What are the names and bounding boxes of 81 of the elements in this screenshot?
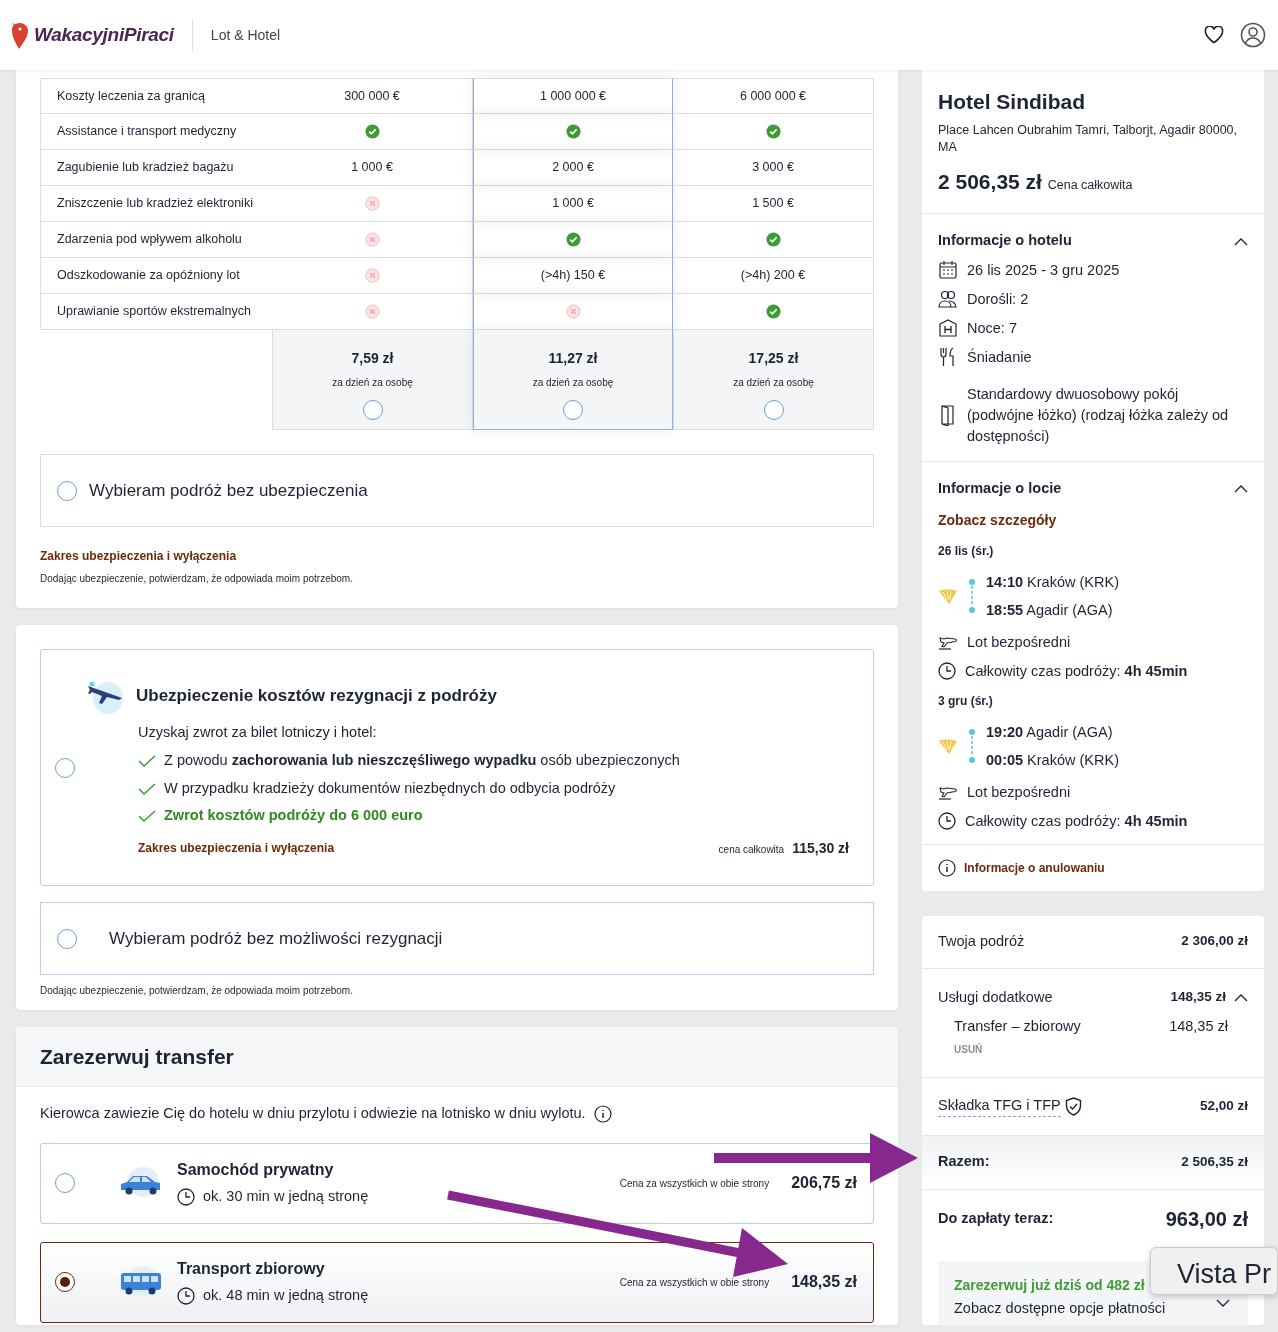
- table-cell: (>4h) 150 €: [473, 258, 673, 294]
- flight-stop: 14:10 Kraków (KRK): [986, 572, 1119, 592]
- summary-value: 52,00 zł: [1199, 1096, 1248, 1115]
- info-text: Dorośli: 2: [967, 289, 1029, 309]
- plan-note: za dzień za osobę: [332, 376, 413, 390]
- summary-value: 2 506,35 zł: [1181, 1152, 1248, 1171]
- option-label: Wybieram podróż bez ubezpieczenia: [89, 479, 368, 502]
- offer-subtitle: Zobacz dostępne opcje płatności: [954, 1299, 1166, 1316]
- summary-label: Składka TFG i TFP: [938, 1094, 1061, 1118]
- section-title: Lot & Hotel: [191, 19, 281, 51]
- label-tooltip: Vista Pr: [1150, 1247, 1278, 1295]
- transfer-name: Samochód prywatny: [177, 1160, 335, 1181]
- summary-value: 963,00 zł: [1165, 1206, 1248, 1232]
- summary-value: 2 306,00 zł: [1181, 932, 1248, 951]
- price-label: Cena całkowita: [1047, 177, 1133, 192]
- plan-price: 11,27 zł: [548, 349, 598, 368]
- plan-price: 7,59 zł: [351, 349, 394, 368]
- flight-date: 26 lis (śr.): [938, 542, 995, 560]
- flight-date: 3 gru (śr.): [938, 692, 994, 710]
- flight-stop: 00:05 Kraków (KRK): [986, 750, 1119, 770]
- summary-value: 148,35 zł: [1169, 1017, 1228, 1037]
- row-label: Zagubienie lub kradzież bagażu: [40, 150, 272, 186]
- hotel-name: Hotel Sindibad: [938, 89, 1086, 115]
- price-label: cena całkowita: [718, 843, 785, 857]
- price-value: 206,75 zł: [791, 1173, 857, 1194]
- summary-label: Do zapłaty teraz:: [938, 1208, 1054, 1228]
- row-label: Zdarzenia pod wpływem alkoholu: [40, 222, 272, 258]
- info-text: Standardowy dwuosobowy pokój (podwójne łóżko) (rodzaj łóżka zależy od dostępności): [967, 384, 1230, 446]
- info-text: Całkowity czas podróży: 4h 45min: [965, 661, 1188, 681]
- table-cell: 1 500 €: [673, 186, 874, 222]
- row-label: Uprawianie sportów ekstremalnych: [40, 294, 272, 330]
- row-label: Koszty leczenia za granicą: [40, 78, 272, 114]
- feature-text: Zwrot kosztów podróży do 6 000 euro: [164, 806, 423, 826]
- feature-text: Z powodu zachorowania lub nieszczęśliwego wypadku osób ubezpieczonych: [164, 750, 680, 770]
- price-value: 148,35 zł: [791, 1272, 857, 1293]
- price-value: 115,30 zł: [792, 839, 849, 858]
- row-label: Odszkodowanie za opóźniony lot: [40, 258, 272, 294]
- duration-text: ok. 30 min w jedną stronę: [203, 1187, 369, 1207]
- disclaimer-text: Dodając ubezpieczenie, potwierdzam, że odpowiada moim potrzebom.: [40, 572, 354, 586]
- price-label: Cena za wszystkich w obie strony: [619, 1176, 770, 1191]
- card-subtitle: Uzyskaj zwrot za bilet lotniczy i hotel:: [138, 723, 378, 743]
- table-cell: 300 000 €: [272, 78, 473, 114]
- row-label: Zniszczenie lub kradzież elektroniki: [40, 186, 272, 222]
- plan-price: 17,25 zł: [748, 349, 799, 368]
- info-text: Lot bezpośredni: [967, 632, 1071, 652]
- option-label: Wybieram podróż bez możliwości rezygnacji: [109, 927, 443, 950]
- total-price: 2 506,35 zł: [938, 169, 1042, 193]
- info-text: Lot bezpośredni: [967, 782, 1071, 802]
- table-cell: 3 000 €: [673, 150, 874, 186]
- section-title: Informacje o locie: [938, 478, 1062, 498]
- section-title: Informacje o hotelu: [938, 231, 1072, 250]
- flight-stop: 19:20 Agadir (AGA): [986, 722, 1114, 742]
- info-text: 26 lis 2025 - 3 gru 2025: [967, 260, 1120, 280]
- plan-note: za dzień za osobę: [733, 376, 814, 390]
- table-cell: 1 000 €: [473, 186, 673, 222]
- hotel-address: Place Lahcen Oubrahim Tamri, Talborjt, Agadir 80000, MA: [938, 121, 1239, 156]
- info-text: Całkowity czas podróży: 4h 45min: [965, 811, 1188, 831]
- table-cell: 6 000 000 €: [673, 78, 874, 114]
- duration-text: ok. 48 min w jedną stronę: [203, 1286, 369, 1306]
- section-title: Zarezerwuj transfer: [16, 1027, 898, 1087]
- summary-value: 148,35 zł: [1170, 988, 1226, 1007]
- price-label: Cena za wszystkich w obie strony: [619, 1275, 770, 1290]
- row-label: Assistance i transport medyczny: [40, 114, 272, 150]
- table-cell: 1 000 €: [272, 150, 473, 186]
- transfer-name: Transport zbiorowy: [177, 1259, 326, 1280]
- info-text: Noce: 7: [967, 318, 1017, 338]
- offer-title: Zarezerwuj już dziś od 482 zł: [954, 1275, 1146, 1295]
- table-cell: 2 000 €: [473, 150, 673, 186]
- info-text: Śniadanie: [967, 347, 1032, 367]
- table-cell: (>4h) 200 €: [673, 258, 874, 294]
- summary-label: Transfer – zbiorowy: [954, 1017, 1081, 1037]
- feature-text: W przypadku kradzieży dokumentów niezbędnych do odbycia podróży: [164, 778, 616, 798]
- summary-label: Razem:: [938, 1152, 990, 1172]
- disclaimer-text: Dodając ubezpieczenie, potwierdzam, że odpowiada moim potrzebom.: [40, 984, 354, 998]
- card-title: Ubezpieczenie kosztów rezygnacji z podróży: [136, 685, 497, 708]
- flight-stop: 18:55 Agadir (AGA): [986, 600, 1114, 620]
- summary-label: Usługi dodatkowe: [938, 987, 1053, 1007]
- table-cell: 1 000 000 €: [473, 78, 673, 114]
- description-text: Kierowca zawiezie Cię do hotelu w dniu przylotu i odwiezie na lotnisko w dniu wylotu.: [40, 1104, 586, 1123]
- summary-label: Twoja podróż: [938, 931, 1025, 951]
- plan-note: za dzień za osobę: [532, 376, 614, 390]
